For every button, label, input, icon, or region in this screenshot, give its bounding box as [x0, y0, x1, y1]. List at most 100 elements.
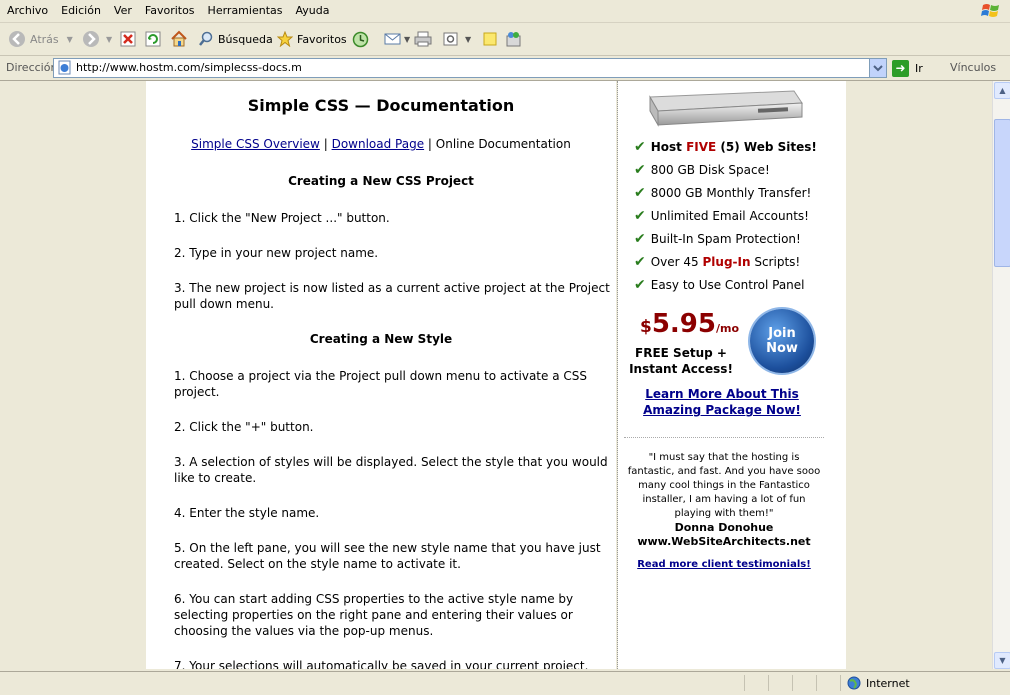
- checkmark-icon: ✔: [634, 208, 646, 224]
- refresh-icon: [145, 31, 161, 47]
- scroll-down-button[interactable]: ▼: [994, 652, 1010, 669]
- nav-separator: |: [427, 137, 432, 151]
- divider: [624, 437, 824, 438]
- step-text: 3. A selection of styles will be display…: [174, 455, 608, 485]
- stop-icon: [120, 31, 136, 47]
- testimonials-link[interactable]: Read more client testimonials!: [624, 559, 824, 570]
- links-label[interactable]: Vínculos: [950, 61, 996, 74]
- address-input[interactable]: http://www.hostm.com/simplecss-docs.m: [53, 58, 887, 78]
- history-button[interactable]: [352, 29, 369, 49]
- messenger-button[interactable]: [505, 29, 523, 49]
- mail-button[interactable]: ▼: [384, 29, 410, 49]
- messenger-icon: [506, 31, 521, 46]
- search-icon: [199, 31, 213, 46]
- hosting-ad-sidebar: ✔ Host FIVE (5) Web Sites! ✔ 800 GB Disk S…: [618, 81, 846, 669]
- go-arrow-icon: ➜: [892, 59, 909, 77]
- star-icon: [277, 31, 293, 47]
- checkmark-icon: ✔: [634, 162, 646, 178]
- step-text: 1. Choose a project via the Project pull…: [174, 369, 587, 399]
- favorites-label: Favoritos: [297, 32, 347, 46]
- go-label: Ir: [915, 61, 923, 75]
- history-icon: [352, 31, 369, 47]
- menu-ayuda[interactable]: Ayuda: [288, 0, 335, 17]
- overview-link[interactable]: Simple CSS Overview: [191, 137, 320, 151]
- url-text: http://www.hostm.com/simplecss-docs.m: [76, 61, 302, 74]
- home-icon: [171, 30, 187, 47]
- checkmark-icon: ✔: [634, 231, 646, 247]
- chevron-down-icon: [873, 65, 883, 72]
- address-label: Dirección: [6, 61, 58, 74]
- edit-button[interactable]: ▼: [443, 29, 471, 49]
- go-button[interactable]: ➜ Ir: [892, 58, 936, 78]
- testimonial-quote: "I must say that the hosting is fantasti…: [627, 452, 821, 519]
- edit-dropdown-icon: ▼: [465, 34, 472, 44]
- menu-favoritos[interactable]: Favoritos: [138, 0, 201, 17]
- back-button[interactable]: Atrás ▼: [8, 29, 73, 49]
- feature-item: ✔ Built-In Spam Protection!: [634, 231, 801, 247]
- section-heading: Creating a New CSS Project: [288, 174, 474, 188]
- setup-text: FREE Setup + Instant Access!: [629, 346, 733, 376]
- vertical-scrollbar[interactable]: ▲ ▼: [992, 81, 1010, 669]
- favorites-button[interactable]: Favoritos: [277, 29, 347, 49]
- checkmark-icon: ✔: [634, 254, 646, 270]
- step-text: 1. Click the "New Project ..." button.: [174, 211, 390, 225]
- step-text: 6. You can start adding CSS properties t…: [174, 592, 574, 638]
- menu-archivo[interactable]: Archivo: [0, 0, 54, 17]
- feature-item: ✔ Unlimited Email Accounts!: [634, 208, 809, 224]
- nav-separator: |: [323, 137, 328, 151]
- step-text: 5. On the left pane, you will see the ne…: [174, 541, 601, 571]
- back-label: Atrás: [30, 32, 59, 46]
- testimonial-site: www.WebSiteArchitects.net: [637, 535, 811, 548]
- scroll-up-button[interactable]: ▲: [994, 82, 1010, 99]
- address-dropdown[interactable]: [869, 59, 886, 77]
- refresh-button[interactable]: [145, 29, 161, 49]
- note-icon: [483, 32, 497, 46]
- address-bar: Dirección http://www.hostm.com/simplecss…: [0, 56, 1010, 81]
- back-dropdown-icon: ▼: [66, 34, 73, 44]
- server-image: [649, 90, 803, 127]
- learn-more-link[interactable]: Learn More About This Amazing Package Now…: [618, 386, 826, 418]
- forward-button[interactable]: ▼: [82, 29, 112, 49]
- menu-herramientas[interactable]: Herramientas: [201, 0, 289, 17]
- status-bar: Internet: [0, 671, 1010, 695]
- windows-logo-icon: [981, 4, 999, 17]
- globe-icon: [847, 676, 861, 690]
- search-label: Búsqueda: [218, 32, 273, 46]
- status-divider: [792, 675, 793, 691]
- online-docs-label: Online Documentation: [435, 137, 571, 151]
- forward-arrow-icon: [83, 31, 99, 47]
- stop-button[interactable]: [120, 29, 136, 49]
- status-divider: [816, 675, 817, 691]
- feature-item: ✔ Host FIVE (5) Web Sites!: [634, 139, 817, 155]
- checkmark-icon: ✔: [634, 139, 646, 155]
- step-text: 3. The new project is now listed as a cu…: [174, 281, 610, 311]
- step-text: 2. Click the "+" button.: [174, 420, 314, 434]
- edit-page-icon: [443, 32, 458, 46]
- menu-bar: Archivo Edición Ver Favoritos Herramientas Ay…: [0, 0, 1010, 23]
- step-text: 4. Enter the style name.: [174, 506, 320, 520]
- scrollbar-thumb[interactable]: [994, 119, 1010, 267]
- doc-nav: Simple CSS Overview | Download Page | On…: [146, 137, 616, 151]
- page-title: Simple CSS — Documentation: [247, 96, 515, 115]
- status-divider: [744, 675, 745, 691]
- page-icon: [58, 60, 71, 75]
- toolbar: Atrás ▼ ▼ Búsqueda Favoritos ▼ ▼: [0, 23, 1010, 56]
- download-link[interactable]: Download Page: [332, 137, 425, 151]
- step-text: 7. Your selections will automatically be…: [174, 659, 589, 669]
- mail-dropdown-icon: ▼: [404, 34, 411, 44]
- menu-ver[interactable]: Ver: [107, 0, 138, 17]
- forward-dropdown-icon: ▼: [106, 34, 113, 44]
- home-button[interactable]: [170, 29, 188, 49]
- feature-item: ✔ 8000 GB Monthly Transfer!: [634, 185, 812, 201]
- checkmark-icon: ✔: [634, 185, 646, 201]
- feature-item: ✔ 800 GB Disk Space!: [634, 162, 770, 178]
- checkmark-icon: ✔: [634, 277, 646, 293]
- print-button[interactable]: [414, 29, 432, 49]
- documentation-content: Simple CSS — Documentation Simple CSS Ov…: [146, 81, 616, 669]
- status-divider: [840, 675, 841, 691]
- menu-edicion[interactable]: Edición: [54, 0, 107, 17]
- join-now-button[interactable]: Join Now: [750, 309, 814, 373]
- search-button[interactable]: Búsqueda: [198, 29, 273, 49]
- price-tag: $5.95/mo: [640, 309, 740, 339]
- discuss-button[interactable]: [482, 29, 498, 49]
